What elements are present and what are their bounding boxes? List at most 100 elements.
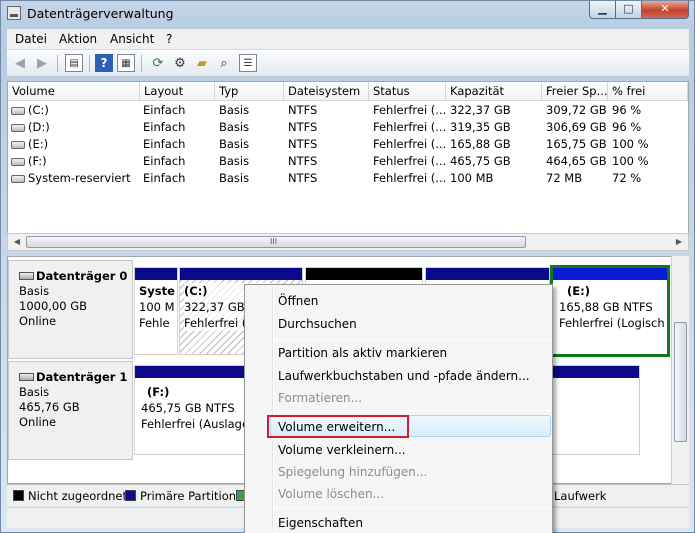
scroll-grip: III xyxy=(270,237,278,246)
column-header-status[interactable]: Status xyxy=(369,82,446,101)
menu-item-durchsuchen[interactable]: Durchsuchen xyxy=(278,317,357,331)
table-row[interactable]: (D:) Einfach Basis NTFS Fehlerfrei (... … xyxy=(8,119,688,136)
volume-layout: Einfach xyxy=(143,103,186,117)
volume-type: Basis xyxy=(219,103,250,117)
volume-name: (F:) xyxy=(28,154,47,168)
column-header-typ[interactable]: Typ xyxy=(215,82,284,101)
toolbar-separator xyxy=(89,55,90,72)
volume-filesystem: NTFS xyxy=(288,120,318,134)
disk-management-icon xyxy=(7,6,21,20)
window-title: Datenträgerverwaltung xyxy=(27,6,174,21)
column-header-freier-speicher[interactable]: Freier Sp... xyxy=(542,82,608,101)
volume-status: Fehlerfrei (... xyxy=(373,137,447,151)
volume-name: (D:) xyxy=(28,120,50,134)
drive-icon xyxy=(11,106,25,115)
vertical-scrollbar[interactable] xyxy=(671,256,689,484)
volume-free-space: 464,65 GB xyxy=(546,154,607,168)
column-header-volume[interactable]: Volume xyxy=(8,82,140,101)
volume-layout: Einfach xyxy=(143,171,186,185)
scroll-thumb[interactable]: III xyxy=(26,236,526,248)
volume-capacity: 100 MB xyxy=(450,171,494,185)
volume-capacity: 322,37 GB xyxy=(450,103,511,117)
toolbar: ◀ ▶ ▤ ? ▦ ⟳ ⚙ ▰ ⌕ ☰ xyxy=(7,50,689,77)
settings-icon[interactable]: ⚙ xyxy=(171,54,189,72)
horizontal-scrollbar[interactable]: ◀ III ▶ xyxy=(7,233,689,251)
partition-size: 165,88 GB NTFS xyxy=(559,300,653,314)
partition-size: 100 M xyxy=(139,300,175,314)
volume-status: Fehlerfrei (... xyxy=(373,154,447,168)
volume-filesystem: NTFS xyxy=(288,103,318,117)
volume-status: Fehlerfrei (... xyxy=(373,103,447,117)
scroll-right-icon[interactable]: ▶ xyxy=(672,235,686,249)
menu-item-oeffnen[interactable]: Öffnen xyxy=(278,294,318,308)
menu-datei[interactable]: Datei xyxy=(15,32,47,46)
volume-free-space: 165,75 GB xyxy=(546,137,607,151)
volume-free-space: 306,69 GB xyxy=(546,120,607,134)
open-icon[interactable]: ▰ xyxy=(193,54,211,72)
table-row[interactable]: (C:) Einfach Basis NTFS Fehlerfrei (... … xyxy=(8,102,688,119)
volume-capacity: 165,88 GB xyxy=(450,137,511,151)
partition-e-selected[interactable]: (E:) 165,88 GB NTFS Fehlerfrei (Logisch xyxy=(550,265,670,357)
menu-ansicht[interactable]: Ansicht xyxy=(110,32,154,46)
minimize-button[interactable]: ▁ xyxy=(589,1,616,19)
app-window: Datenträgerverwaltung ▁ □ ✕ Datei Aktion… xyxy=(0,0,695,533)
menu-item-laufwerkbuchstaben[interactable]: Laufwerkbuchstaben und -pfade ändern... xyxy=(278,369,530,383)
column-header-prozent-frei[interactable]: % frei xyxy=(608,82,688,101)
drive-icon xyxy=(11,157,25,166)
disk-size: 465,76 GB xyxy=(19,400,80,414)
volume-filesystem: NTFS xyxy=(288,154,318,168)
table-row[interactable]: (E:) Einfach Basis NTFS Fehlerfrei (... … xyxy=(8,136,688,153)
menu-item-volume-verkleinern[interactable]: Volume verkleinern... xyxy=(278,443,406,457)
disk-1-label[interactable]: Datenträger 1 Basis 465,76 GB Online xyxy=(8,361,133,460)
partition-status: Fehlerfrei (Logisch xyxy=(559,316,665,330)
console-tree-icon[interactable]: ▤ xyxy=(65,54,83,72)
disk-0-label[interactable]: Datenträger 0 Basis 1000,00 GB Online xyxy=(8,260,133,359)
maximize-button[interactable]: □ xyxy=(615,1,642,19)
disk-size: 1000,00 GB xyxy=(19,299,88,313)
menu-separator xyxy=(274,340,551,341)
volume-layout: Einfach xyxy=(143,137,186,151)
menu-help[interactable]: ? xyxy=(166,32,172,46)
volume-type: Basis xyxy=(219,137,250,151)
partition-status: Fehlerfrei (Auslager xyxy=(141,417,254,431)
table-row[interactable]: System-reserviert Einfach Basis NTFS Feh… xyxy=(8,170,688,187)
volume-capacity: 319,35 GB xyxy=(450,120,511,134)
refresh-icon[interactable]: ⟳ xyxy=(149,54,167,72)
column-header-kapazitaet[interactable]: Kapazität xyxy=(446,82,542,101)
help-icon[interactable]: ? xyxy=(95,54,113,72)
title-bar: Datenträgerverwaltung ▁ □ ✕ xyxy=(1,1,694,27)
scroll-thumb[interactable] xyxy=(674,322,687,442)
scroll-left-icon[interactable]: ◀ xyxy=(10,235,24,249)
list-icon[interactable]: ☰ xyxy=(239,54,257,72)
menu-item-eigenschaften[interactable]: Eigenschaften xyxy=(278,516,363,530)
volume-layout: Einfach xyxy=(143,154,186,168)
disk-state: Online xyxy=(19,314,57,328)
forward-icon[interactable]: ▶ xyxy=(33,54,51,72)
column-header-layout[interactable]: Layout xyxy=(140,82,215,101)
search-icon[interactable]: ⌕ xyxy=(215,54,233,72)
volume-percent-free: 96 % xyxy=(612,120,642,134)
menu-item-partition-aktiv[interactable]: Partition als aktiv markieren xyxy=(278,346,447,360)
partition-system-reserved[interactable]: Syste 100 M Fehle xyxy=(134,267,178,355)
menu-bar: Datei Aktion Ansicht ? xyxy=(7,29,689,50)
disk-type: Basis xyxy=(19,284,50,298)
disk-type: Basis xyxy=(19,385,50,399)
hard-disk-icon xyxy=(19,272,34,280)
partition-name: Syste xyxy=(139,284,175,298)
partition-size: 465,75 GB NTFS xyxy=(141,401,235,415)
table-row[interactable]: (F:) Einfach Basis NTFS Fehlerfrei (... … xyxy=(8,153,688,170)
volume-list: Volume Layout Typ Dateisystem Status Kap… xyxy=(7,81,689,251)
volume-percent-free: 100 % xyxy=(612,154,649,168)
legend-unallocated: Nicht zugeordnet xyxy=(13,489,127,503)
legend-logical: Laufwerk xyxy=(554,489,607,503)
volume-percent-free: 100 % xyxy=(612,137,649,151)
menu-aktion[interactable]: Aktion xyxy=(59,32,97,46)
legend-primary: Primäre Partition xyxy=(125,489,236,503)
volume-percent-free: 72 % xyxy=(612,171,642,185)
properties-icon[interactable]: ▦ xyxy=(117,54,135,72)
menu-item-spiegelung: Spiegelung hinzufügen... xyxy=(278,465,428,479)
back-icon[interactable]: ◀ xyxy=(11,54,29,72)
hard-disk-icon xyxy=(19,373,34,381)
column-header-dateisystem[interactable]: Dateisystem xyxy=(284,82,369,101)
close-button[interactable]: ✕ xyxy=(641,1,689,19)
